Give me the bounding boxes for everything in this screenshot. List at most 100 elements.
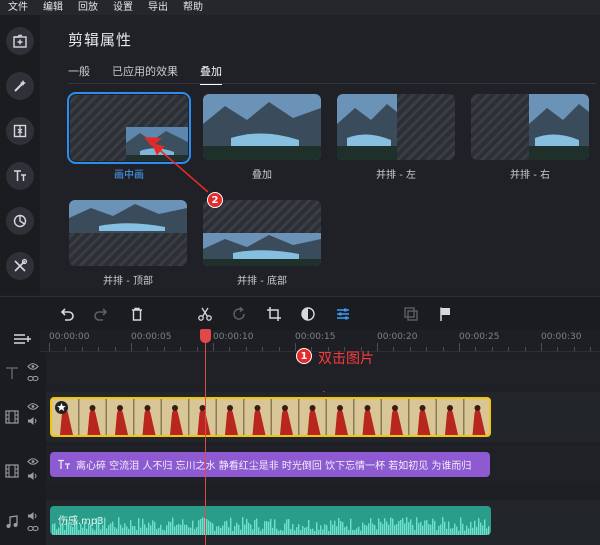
waveform-bar [468, 528, 470, 535]
video-frame [464, 399, 489, 435]
split-button[interactable] [197, 306, 213, 322]
ruler-tick [295, 343, 296, 351]
waveform-bar [322, 529, 324, 535]
marker-button[interactable] [438, 306, 454, 322]
crop-button[interactable] [266, 306, 282, 322]
title-track-icon [6, 367, 18, 379]
waveform-bar [198, 520, 200, 535]
waveform-bar [240, 529, 242, 535]
waveform-bar [230, 517, 232, 535]
overlay-button[interactable] [403, 306, 419, 322]
eye-icon[interactable] [27, 402, 39, 411]
eye-icon[interactable] [27, 457, 39, 466]
video-track-icon [5, 464, 19, 478]
waveform-bar [186, 524, 188, 535]
waveform-bar [92, 528, 94, 535]
clip-properties-button[interactable] [335, 306, 351, 322]
undo-button[interactable] [59, 306, 75, 322]
video-frame [382, 399, 410, 435]
video-frame [217, 399, 245, 435]
waveform-bar [336, 526, 338, 535]
eye-icon[interactable] [27, 362, 39, 371]
waveform-bar [94, 530, 96, 535]
ruler-tick [196, 347, 198, 351]
waveform-bar [312, 528, 314, 535]
waveform-bar [268, 521, 270, 535]
video-frame [437, 399, 465, 435]
link-icon[interactable] [27, 524, 39, 533]
waveform-bar [356, 528, 358, 535]
waveform-bar [456, 526, 458, 535]
waveform-bar [314, 530, 316, 535]
waveform-bar [428, 523, 430, 535]
waveform-bar [404, 523, 406, 535]
link-icon[interactable] [27, 374, 39, 383]
audio-clip[interactable]: 伤感.mp3 [50, 506, 491, 535]
waveform-bar [126, 526, 128, 535]
waveform-bar [310, 529, 312, 535]
waveform-bar [368, 523, 370, 535]
color-adjust-button[interactable] [300, 306, 316, 322]
time-label: 00:00:10 [213, 332, 254, 342]
waveform-bar [346, 525, 348, 535]
ruler-tick [98, 347, 100, 351]
waveform-bar [142, 518, 144, 535]
waveform-bar [116, 528, 118, 535]
video-clip[interactable] [50, 397, 491, 437]
waveform-bar [212, 523, 214, 535]
rotate-button[interactable] [231, 306, 247, 322]
ruler-tick [213, 343, 214, 351]
waveform-bar [130, 520, 132, 535]
waveform-bar [200, 518, 202, 535]
waveform-bar [222, 525, 224, 535]
waveform-bar [374, 525, 376, 535]
waveform-bar [252, 529, 254, 535]
waveform-bar [138, 518, 140, 535]
waveform-bar [398, 521, 400, 535]
ruler-tick [393, 347, 395, 351]
speaker-icon[interactable] [27, 511, 39, 521]
speaker-icon[interactable] [27, 416, 39, 426]
waveform-bar [424, 520, 426, 535]
waveform-bar [120, 524, 122, 535]
waveform-bar [266, 521, 268, 535]
redo-button[interactable] [93, 306, 109, 322]
waveform-bar [334, 520, 336, 535]
video-frame [79, 399, 107, 435]
waveform-bar [426, 520, 428, 535]
waveform-bar [206, 518, 208, 535]
delete-button[interactable] [129, 306, 145, 322]
playhead-handle[interactable] [200, 329, 211, 343]
waveform-bar [476, 526, 478, 535]
waveform-bar [438, 525, 440, 535]
color-adjust-icon [301, 307, 315, 321]
waveform-bar [386, 521, 388, 535]
waveform-bar [402, 518, 404, 535]
waveform-bar [122, 527, 124, 535]
add-track-icon[interactable] [13, 332, 33, 346]
waveform-bar [118, 517, 120, 535]
time-label: 00:00:20 [377, 332, 418, 342]
ruler-tick [491, 347, 493, 351]
annotation-instruction: 双击图片 [318, 351, 374, 367]
ruler-tick [459, 343, 460, 351]
waveform-bar [278, 530, 280, 535]
text-clip[interactable]: 离心碎 空流泪 人不归 忘川之水 静看红尘是非 时光倒回 饮下忘情一杯 若如初见… [50, 452, 490, 477]
waveform-bar [372, 523, 374, 535]
speaker-icon[interactable] [27, 471, 39, 481]
waveform-bar [484, 519, 486, 535]
waveform-bar [58, 527, 60, 535]
waveform-bar [54, 523, 56, 535]
waveform-bar [388, 524, 390, 535]
waveform-bar [390, 517, 392, 535]
waveform-bar [360, 530, 362, 535]
waveform-bar [332, 524, 334, 535]
time-label: 00:00:00 [49, 332, 90, 342]
waveform-bar [164, 530, 166, 535]
waveform-bar [382, 524, 384, 535]
waveform-bar [378, 518, 380, 535]
waveform-bar [72, 527, 74, 535]
waveform-bar [136, 529, 138, 535]
video-frame [272, 399, 300, 435]
waveform-bar [286, 519, 288, 535]
